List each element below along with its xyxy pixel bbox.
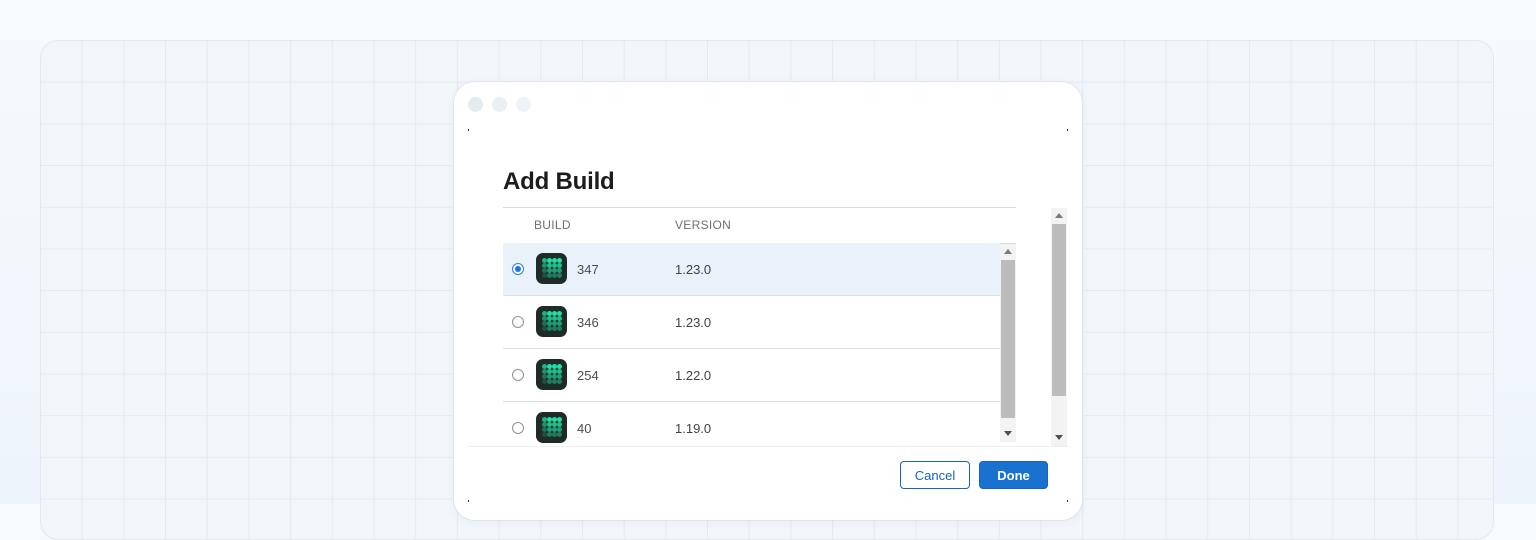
builds-list: 347 1.23.0 346 1.23.0 254 1.22.0 40 1.19… [503,243,1000,443]
footer-divider [468,446,1068,447]
triangle-up-icon[interactable] [1055,213,1063,218]
dialog-scrollbar[interactable] [1051,208,1067,446]
triangle-up-icon[interactable] [1004,249,1012,254]
app-icon-dot [557,432,562,437]
build-radio[interactable] [512,422,524,434]
corner-mark [1067,129,1068,131]
build-radio[interactable] [512,369,524,381]
triangle-down-icon[interactable] [1055,435,1063,440]
app-icon-dot [557,326,562,331]
app-grid-icon [536,253,567,284]
build-row[interactable]: 254 1.22.0 [503,349,1000,402]
column-header-version[interactable]: VERSION [675,218,731,232]
build-version: 1.23.0 [675,262,712,277]
build-number: 346 [577,315,599,330]
build-row[interactable]: 347 1.23.0 [503,243,1000,296]
build-number: 40 [577,421,592,436]
build-version: 1.22.0 [675,368,712,383]
table-header: BUILD VERSION [503,207,1016,244]
window-control-minimize[interactable] [492,97,507,112]
triangle-down-icon[interactable] [1004,431,1012,436]
cancel-button[interactable]: Cancel [900,461,970,489]
build-radio[interactable] [512,263,524,275]
app-grid-icon [536,359,567,390]
corner-mark [468,500,469,502]
corner-mark [1067,500,1068,502]
app-icon-dot [557,273,562,278]
build-number: 347 [577,262,599,277]
dialog-window: Add Build BUILD VERSION 347 1.23.0 346 1… [453,81,1083,521]
window-control-zoom[interactable] [516,97,531,112]
dialog-title: Add Build [503,168,615,195]
app-grid-icon [536,306,567,337]
column-header-build[interactable]: BUILD [534,218,571,232]
app-grid-icon [536,412,567,443]
window-control-close[interactable] [468,97,483,112]
dialog-scrollbar-thumb[interactable] [1052,224,1066,396]
build-row[interactable]: 40 1.19.0 [503,402,1000,443]
build-radio[interactable] [512,316,524,328]
app-icon-dot [557,379,562,384]
build-row[interactable]: 346 1.23.0 [503,296,1000,349]
corner-mark [468,129,469,131]
done-button[interactable]: Done [979,461,1048,489]
list-scrollbar-thumb[interactable] [1001,260,1015,418]
list-scrollbar[interactable] [1000,244,1016,442]
build-number: 254 [577,368,599,383]
build-version: 1.23.0 [675,315,712,330]
build-version: 1.19.0 [675,421,712,436]
